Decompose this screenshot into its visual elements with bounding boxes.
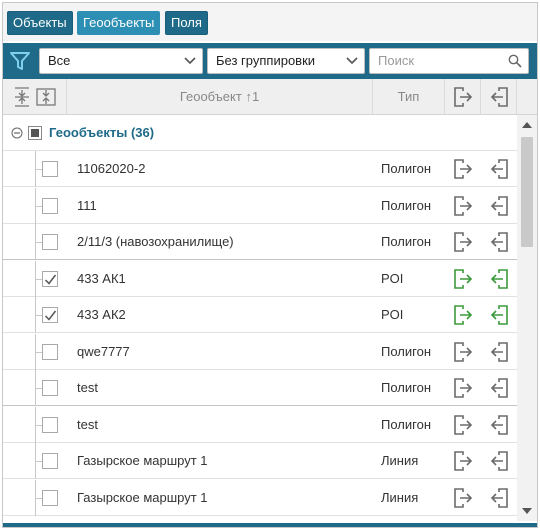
row-checkbox[interactable] [42, 234, 58, 250]
row-type: POI [381, 307, 404, 322]
export-arrow-icon[interactable] [452, 450, 474, 472]
group-row[interactable]: Геообъекты (36) [3, 115, 517, 151]
row-type: Полигон [381, 380, 432, 395]
filter-bar: Все Без группировки Поиск [3, 43, 537, 79]
tab-fields[interactable]: Поля [165, 11, 208, 35]
filter-select-value: Все [48, 53, 71, 68]
row-checkbox[interactable] [42, 416, 58, 433]
row-name: test [77, 416, 98, 432]
table-row[interactable]: Газырское маршрут 1 Линия [3, 443, 517, 479]
row-type: Полигон [381, 234, 432, 249]
row-checkbox[interactable] [42, 489, 58, 506]
row-checkbox[interactable] [42, 343, 58, 360]
tab-bar: Объекты Геообъекты Поля [3, 3, 537, 41]
row-checkbox[interactable] [42, 161, 58, 177]
table-row[interactable]: qwe7777 Полигон [3, 333, 517, 370]
tab-geoobjects[interactable]: Геообъекты [77, 11, 161, 35]
table-header: Геообъект ↑1 Тип [3, 79, 537, 115]
checkmark-icon [44, 310, 57, 321]
import-arrow-icon[interactable] [488, 414, 510, 436]
table-row[interactable]: test Полигон [3, 370, 517, 406]
funnel-icon[interactable] [9, 50, 31, 72]
table-row[interactable]: Газырское маршрут 1 Линия [3, 479, 517, 516]
row-checkbox[interactable] [42, 307, 58, 323]
export-arrow-icon [453, 87, 472, 107]
table-row[interactable]: test Полигон [3, 406, 517, 443]
row-checkbox[interactable] [42, 380, 58, 396]
import-all-button[interactable] [481, 79, 517, 115]
export-arrow-icon[interactable] [452, 487, 474, 509]
row-type: Полигон [381, 343, 432, 359]
row-name: Газырское маршрут 1 [77, 489, 208, 505]
filter-select[interactable]: Все [39, 48, 203, 74]
import-arrow-icon[interactable] [488, 268, 510, 290]
vertical-scrollbar[interactable] [517, 115, 537, 521]
row-type: POI [381, 270, 404, 286]
row-name: 111 [77, 197, 97, 213]
expand-collapse-icon [14, 87, 56, 107]
export-arrow-icon[interactable] [452, 158, 474, 180]
scroll-down-icon[interactable] [522, 507, 532, 515]
export-arrow-icon[interactable] [452, 195, 474, 217]
column-header-type[interactable]: Тип [373, 79, 445, 115]
row-name: qwe7777 [77, 343, 130, 359]
column-header-name[interactable]: Геообъект ↑1 [67, 79, 373, 115]
export-all-button[interactable] [445, 79, 481, 115]
row-name: Газырское маршрут 1 [77, 453, 208, 468]
import-arrow-icon[interactable] [488, 304, 510, 326]
checkmark-icon [44, 274, 57, 285]
import-arrow-icon[interactable] [488, 377, 510, 399]
row-name: 433 АК2 [77, 307, 126, 322]
row-checkbox[interactable] [42, 453, 58, 469]
row-type: Полигон [381, 416, 432, 432]
table-row[interactable]: 111 Полигон [3, 187, 517, 224]
import-arrow-icon[interactable] [488, 195, 510, 217]
scroll-thumb[interactable] [521, 137, 533, 247]
search-icon[interactable] [508, 54, 522, 68]
table-row[interactable]: 433 АК2 POI [3, 297, 517, 333]
export-arrow-icon[interactable] [452, 304, 474, 326]
tab-objects[interactable]: Объекты [7, 11, 73, 35]
row-type: Линия [381, 489, 419, 505]
row-checkbox[interactable] [42, 197, 58, 214]
import-arrow-icon [490, 87, 508, 107]
row-name: 2/11/3 (навозохранилище) [77, 234, 234, 249]
row-checkbox[interactable] [42, 270, 58, 287]
row-type: Полигон [381, 197, 432, 213]
export-arrow-icon[interactable] [452, 414, 474, 436]
import-arrow-icon[interactable] [488, 487, 510, 509]
table-row[interactable]: 433 АК1 POI [3, 260, 517, 297]
table-row[interactable]: 2/11/3 (навозохранилище) Полигон [3, 224, 517, 260]
row-name: 11062020-2 [77, 161, 146, 176]
row-type: Линия [381, 453, 419, 468]
group-label: Геообъекты (36) [49, 125, 155, 140]
row-name: 433 АК1 [77, 270, 126, 286]
group-checkbox[interactable] [28, 126, 42, 140]
grouping-select-value: Без группировки [216, 53, 316, 68]
export-arrow-icon[interactable] [452, 341, 474, 363]
import-arrow-icon[interactable] [488, 341, 510, 363]
export-arrow-icon[interactable] [452, 268, 474, 290]
grouping-select[interactable]: Без группировки [207, 48, 365, 74]
geoobjects-panel: Объекты Геообъекты Поля Все Без группиро… [2, 2, 538, 528]
collapse-group-icon[interactable] [11, 127, 23, 139]
export-arrow-icon[interactable] [452, 377, 474, 399]
row-type: Полигон [381, 161, 432, 176]
expand-collapse-button[interactable] [3, 79, 67, 115]
search-input[interactable]: Поиск [369, 48, 529, 74]
chevron-down-icon [184, 57, 196, 65]
import-arrow-icon[interactable] [488, 450, 510, 472]
table-row[interactable]: 11062020-2 Полигон [3, 151, 517, 187]
import-arrow-icon[interactable] [488, 158, 510, 180]
row-name: test [77, 380, 98, 395]
scroll-up-icon[interactable] [522, 121, 532, 129]
import-arrow-icon[interactable] [488, 231, 510, 253]
bottom-bar [3, 523, 537, 527]
export-arrow-icon[interactable] [452, 231, 474, 253]
search-placeholder: Поиск [378, 53, 415, 68]
chevron-down-icon [346, 57, 358, 65]
